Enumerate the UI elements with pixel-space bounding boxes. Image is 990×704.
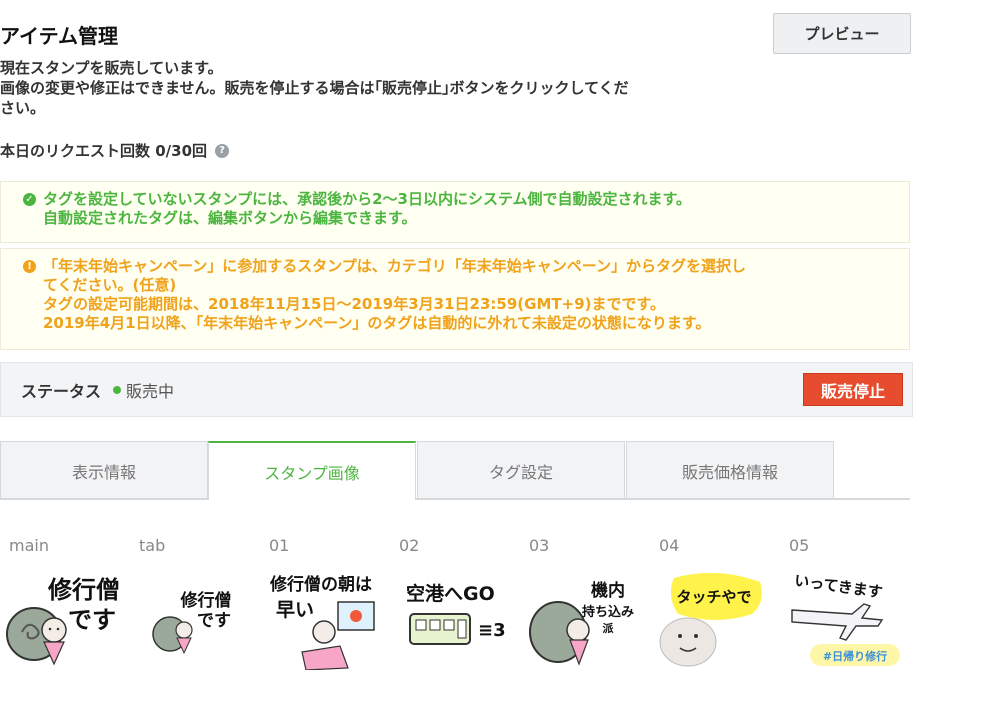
sticker-label-main: main xyxy=(9,536,49,555)
sticker-tab-text-2: です xyxy=(197,611,231,631)
tab-tag-settings[interactable]: タグ設定 xyxy=(417,441,625,499)
sticker-label-05: 05 xyxy=(789,536,810,555)
sticker-05-text-2: #日帰り修行 xyxy=(823,649,887,663)
sticker-04-text-1: タッチやで xyxy=(676,588,751,606)
sticker-label-04: 04 xyxy=(659,536,680,555)
sticker-01-text-2: 早い xyxy=(276,599,314,621)
sticker-image-05[interactable]: いってきます #日帰り修行 xyxy=(788,568,908,670)
sticker-image-01[interactable]: 修行僧の朝は 早い xyxy=(268,568,388,670)
status-bar: ステータス 販売中 販売停止 xyxy=(0,362,913,417)
page-title: アイテム管理 xyxy=(0,24,118,48)
notice-campaign: ! 「年末年始キャンペーン」に参加するスタンプは、カテゴリ「年末年始キャンペーン… xyxy=(0,248,910,350)
status-label: ステータス xyxy=(21,381,102,401)
sticker-image-main[interactable]: 修行僧 です xyxy=(4,568,124,670)
description-line-3: さい。 xyxy=(0,99,46,117)
tab-display-info[interactable]: 表示情報 xyxy=(0,441,208,499)
notice-auto-tag: ✓ タグを設定していないスタンプには、承認後から2〜3日以内にシステム側で自動設… xyxy=(0,181,910,243)
sticker-05-text-1: いってきます xyxy=(793,571,883,601)
notice-orange-line-1: 「年末年始キャンペーン」に参加するスタンプは、カテゴリ「年末年始キャンペーン」か… xyxy=(43,257,747,275)
sticker-label-01: 01 xyxy=(269,536,290,555)
exclamation-circle-icon: ! xyxy=(23,260,36,273)
sticker-02-text-1: 空港へGO xyxy=(406,582,495,605)
request-count-label: 本日のリクエスト回数 0/30回 xyxy=(0,142,208,160)
description-line-1: 現在スタンプを販売しています。 xyxy=(0,59,223,77)
tab-price-info[interactable]: 販売価格情報 xyxy=(626,441,834,499)
sticker-image-04[interactable]: タッチやで xyxy=(656,568,776,670)
preview-button[interactable]: プレビュー xyxy=(773,13,911,54)
sticker-image-tab[interactable]: 修行僧 です xyxy=(144,568,264,670)
sticker-03-text-1: 機内 xyxy=(591,580,625,601)
status-dot-icon xyxy=(113,385,122,394)
check-circle-icon: ✓ xyxy=(23,193,36,206)
sticker-main-text-1: 修行僧 xyxy=(47,576,120,604)
status-value: 販売中 xyxy=(126,381,175,401)
stop-sale-button[interactable]: 販売停止 xyxy=(803,373,903,406)
tab-bar: 表示情報 スタンプ画像 タグ設定 販売価格情報 xyxy=(0,441,910,500)
notice-orange-line-3: タグの設定可能期間は、2018年11月15日〜2019年3月31日23:59(G… xyxy=(43,295,665,313)
status-description: 現在スタンプを販売しています。 画像の変更や修正はできません。販売を停止する場合… xyxy=(0,58,770,118)
question-circle-icon[interactable]: ? xyxy=(215,143,230,158)
request-count: 本日のリクエスト回数 0/30回 ? xyxy=(0,140,230,161)
sticker-label-03: 03 xyxy=(529,536,550,555)
notice-green-line-2: 自動設定されたタグは、編集ボタンから編集できます。 xyxy=(43,209,417,227)
tab-sticker-images[interactable]: スタンプ画像 xyxy=(208,441,416,500)
sticker-02-text-2: ≡3 xyxy=(478,620,506,641)
notice-orange-line-2: てください。(任意) xyxy=(43,276,177,294)
description-line-2: 画像の変更や修正はできません。販売を停止する場合は｢販売停止｣ボタンをクリックし… xyxy=(0,79,629,97)
sticker-label-02: 02 xyxy=(399,536,420,555)
sticker-image-03[interactable]: 機内 持ち込み 派 xyxy=(526,568,646,670)
sticker-main-text-2: です xyxy=(68,606,116,634)
notice-orange-line-4: 2019年4月1日以降、「年末年始キャンペーン」のタグは自動的に外れて未設定の状… xyxy=(43,314,711,332)
sticker-03-text-2: 持ち込み xyxy=(582,604,634,620)
sticker-label-tab: tab xyxy=(139,536,166,555)
notice-green-line-1: タグを設定していないスタンプには、承認後から2〜3日以内にシステム側で自動設定さ… xyxy=(43,190,692,208)
tab-divider xyxy=(0,498,910,500)
sticker-01-text-1: 修行僧の朝は xyxy=(269,574,372,595)
sticker-image-02[interactable]: 空港へGO ≡3 xyxy=(404,568,524,670)
sticker-03-text-3: 派 xyxy=(603,622,615,635)
sticker-tab-text-1: 修行僧 xyxy=(180,590,232,611)
